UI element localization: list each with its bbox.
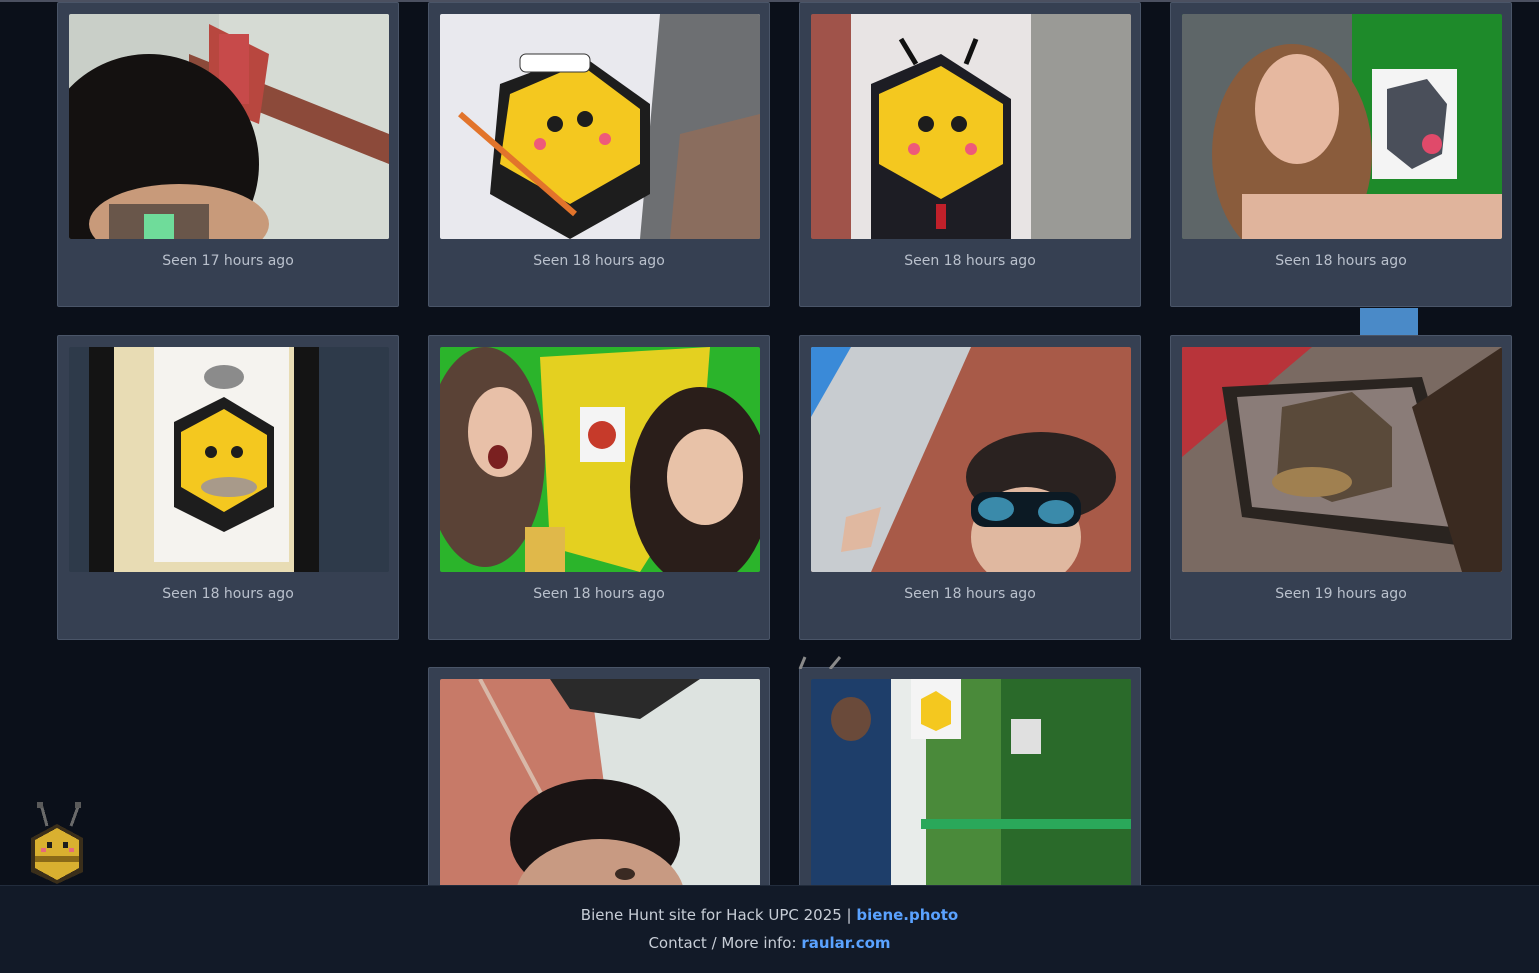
suit-bee-sticker-photo[interactable]	[811, 14, 1131, 239]
sunglasses-selfie-photo[interactable]	[811, 347, 1131, 572]
photo-card[interactable]: Seen 17 hours ago	[57, 2, 399, 307]
blue-bee-sprite	[1360, 308, 1418, 335]
green-door-bee-sticker-photo[interactable]	[811, 679, 1131, 885]
raular-com-link[interactable]: raular.com	[801, 934, 890, 952]
pixel-bee-mascot[interactable]	[27, 802, 87, 884]
biene-photo-link[interactable]: biene.photo	[856, 906, 958, 924]
man-brick-wall-selfie-photo[interactable]	[440, 679, 760, 885]
seen-time-label: Seen 18 hours ago	[533, 586, 665, 602]
photo-card[interactable]	[428, 667, 770, 885]
footer-contact-line: Contact / More info: raular.com	[0, 934, 1539, 952]
photo-card[interactable]: Seen 18 hours ago	[428, 335, 770, 640]
sailor-bee-sticker-photo[interactable]	[440, 14, 760, 239]
photo-card[interactable]	[799, 667, 1141, 885]
footer-credit-text: Biene Hunt site for Hack UPC 2025 |	[580, 906, 852, 924]
footer-contact-text: Contact / More info:	[648, 934, 797, 952]
two-girls-bee-selfie-photo[interactable]	[440, 347, 760, 572]
seen-time-label: Seen 18 hours ago	[904, 253, 1036, 269]
seen-time-label: Seen 18 hours ago	[162, 586, 294, 602]
seen-time-label: Seen 17 hours ago	[162, 253, 294, 269]
photo-card[interactable]: Seen 18 hours ago	[428, 2, 770, 307]
site-footer: Biene Hunt site for Hack UPC 2025 | bien…	[0, 885, 1539, 973]
curly-hair-selfie-photo[interactable]	[69, 14, 389, 239]
seen-time-label: Seen 19 hours ago	[1275, 586, 1407, 602]
pigeon-bee-poster-photo[interactable]	[69, 347, 389, 572]
bee-antennae-sprite	[795, 654, 845, 670]
photo-card[interactable]: Seen 18 hours ago	[1170, 2, 1512, 307]
photo-grid: Seen 17 hours ago Seen 18 hours ago Seen…	[57, 2, 1515, 885]
footer-credit-line: Biene Hunt site for Hack UPC 2025 | bien…	[0, 906, 1539, 924]
photo-card[interactable]: Seen 18 hours ago	[799, 335, 1141, 640]
seen-time-label: Seen 18 hours ago	[533, 253, 665, 269]
seen-time-label: Seen 18 hours ago	[1275, 253, 1407, 269]
girl-cat-bee-selfie-photo[interactable]	[1182, 14, 1502, 239]
photo-card[interactable]: Seen 18 hours ago	[57, 335, 399, 640]
extintor-bee-sticker-photo[interactable]	[1182, 347, 1502, 572]
photo-card[interactable]: Seen 19 hours ago	[1170, 335, 1512, 640]
photo-card[interactable]: Seen 18 hours ago	[799, 2, 1141, 307]
seen-time-label: Seen 18 hours ago	[904, 586, 1036, 602]
